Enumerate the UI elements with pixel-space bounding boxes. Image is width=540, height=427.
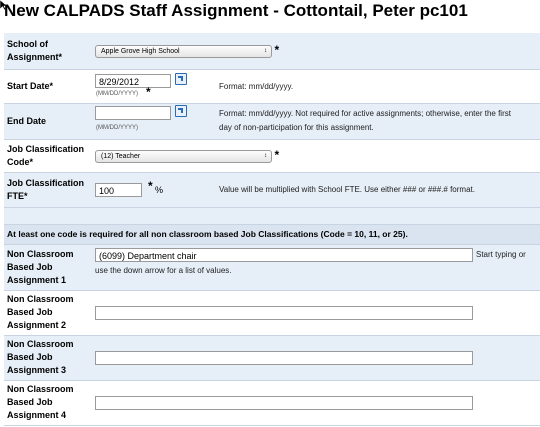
required-marker: * bbox=[148, 178, 153, 193]
calendar-icon[interactable] bbox=[175, 104, 187, 117]
end-date-row: End Date (MM/DD/YYYY) Format: mm/dd/yyyy… bbox=[4, 103, 540, 140]
school-select-value: Apple Grove High School bbox=[101, 48, 180, 56]
end-date-format-hint: (MM/DD/YYYY) bbox=[96, 124, 138, 131]
job-class-fte-row: Job Classification FTE* 100 * % Value wi… bbox=[4, 172, 540, 208]
start-date-input[interactable]: 8/29/2012 bbox=[95, 73, 171, 88]
start-date-format-hint: (MM/DD/YYYY) bbox=[96, 90, 138, 97]
non-classroom-assignment-row: Non Classroom Based Job Assignment 4 bbox=[4, 380, 540, 426]
staff-assignment-form: School of Assignment* Apple Grove High S… bbox=[4, 33, 540, 426]
non-classroom-assignment-4-input[interactable] bbox=[95, 395, 473, 410]
start-date-row: Start Date* 8/29/2012 (MM/DD/YYYY) * For… bbox=[4, 69, 540, 104]
calendar-icon[interactable] bbox=[175, 72, 187, 85]
non-classroom-assignment-row: Non Classroom Based Job Assignment 3 bbox=[4, 335, 540, 381]
job-class-code-select[interactable]: (12) Teacher ↕ bbox=[95, 150, 272, 164]
school-select[interactable]: Apple Grove High School ↕ bbox=[95, 45, 272, 59]
end-date-note: Format: mm/dd/yyyy. Not required for act… bbox=[219, 108, 511, 132]
assignment-help-inline: Start typing or bbox=[476, 249, 526, 259]
section-header-text: At least one code is required for all no… bbox=[4, 224, 540, 245]
start-date-label: Start Date* bbox=[4, 69, 95, 104]
required-marker: * bbox=[146, 84, 151, 99]
job-class-fte-label: Job Classification FTE* bbox=[4, 172, 95, 208]
non-classroom-assignment-row: Non Classroom Based Job Assignment 1 (60… bbox=[4, 244, 540, 291]
end-date-input[interactable] bbox=[95, 105, 171, 120]
non-classroom-label: Non Classroom Based Job Assignment 3 bbox=[4, 335, 95, 381]
non-classroom-assignment-1-input[interactable]: (6099) Department chair bbox=[95, 247, 473, 262]
select-arrows-icon: ↕ bbox=[264, 48, 267, 55]
non-classroom-assignment-2-input[interactable] bbox=[95, 305, 473, 320]
non-classroom-assignment-3-input[interactable] bbox=[95, 350, 473, 365]
select-arrows-icon: ↕ bbox=[264, 153, 267, 160]
fte-unit: % bbox=[155, 184, 164, 195]
required-marker: * bbox=[274, 43, 280, 58]
fte-note: Value will be multiplied with School FTE… bbox=[219, 184, 475, 194]
assignment-help-line2: use the down arrow for a list of values. bbox=[95, 265, 232, 275]
job-class-code-row: Job Classification Code* (12) Teacher ↕ … bbox=[4, 139, 540, 173]
start-date-note: Format: mm/dd/yyyy. bbox=[219, 81, 294, 91]
fte-input[interactable]: 100 bbox=[95, 182, 142, 197]
non-classroom-assignment-row: Non Classroom Based Job Assignment 2 bbox=[4, 290, 540, 336]
job-class-code-label: Job Classification Code* bbox=[4, 139, 95, 173]
page-title: New CALPADS Staff Assignment - Cottontai… bbox=[4, 1, 468, 20]
non-classroom-label: Non Classroom Based Job Assignment 4 bbox=[4, 380, 95, 426]
non-classroom-label: Non Classroom Based Job Assignment 2 bbox=[4, 290, 95, 336]
job-class-code-value: (12) Teacher bbox=[101, 153, 141, 161]
section-spacer bbox=[4, 207, 540, 225]
non-classroom-label: Non Classroom Based Job Assignment 1 bbox=[4, 244, 95, 291]
school-label: School of Assignment* bbox=[4, 33, 95, 70]
non-classroom-section-header: At least one code is required for all no… bbox=[4, 224, 540, 245]
end-date-label: End Date bbox=[4, 103, 95, 140]
required-marker: * bbox=[274, 147, 280, 162]
school-row: School of Assignment* Apple Grove High S… bbox=[4, 33, 540, 70]
